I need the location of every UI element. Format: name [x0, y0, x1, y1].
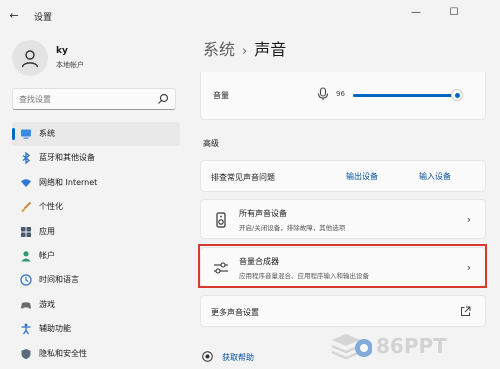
chevron-right-icon: › [466, 213, 471, 226]
input-devices-link[interactable]: 输入设备 [419, 171, 451, 182]
person-icon [21, 251, 31, 262]
sidebar-item-accessibility[interactable]: 辅助功能 [12, 317, 180, 341]
minimize-button[interactable]: — [400, 4, 432, 22]
account-type: 本地帐户 [56, 61, 84, 69]
help-label: 获取帮助 [222, 353, 254, 362]
sidebar-item-personalization[interactable]: 个性化 [12, 195, 180, 219]
chevron-right-icon: › [466, 261, 471, 274]
title-bar: ← 设置 — ☐ [0, 0, 500, 32]
accessibility-icon [21, 323, 31, 335]
sidebar-item-label: 个性化 [39, 202, 63, 212]
sidebar-item-label: 游戏 [39, 299, 55, 309]
shield-icon [21, 348, 31, 359]
search-icon[interactable] [157, 93, 169, 105]
more-settings-label: 更多声音设置 [211, 308, 259, 317]
watermark-logo-icon [331, 334, 372, 360]
globe-clock-icon [20, 274, 32, 286]
open-external-icon [461, 306, 471, 316]
more-sound-settings-row[interactable]: 更多声音设置 [200, 295, 486, 327]
watermark: 86PPT [330, 326, 480, 366]
volume-label: 音量 [213, 91, 229, 100]
sidebar-item-accounts[interactable]: 帐户 [12, 244, 180, 268]
avatar [12, 40, 48, 76]
troubleshoot-card: 排查常见声音问题 输出设备 输入设备 [200, 160, 486, 192]
user-name: ky [56, 46, 68, 56]
sidebar-item-apps[interactable]: 应用 [12, 220, 180, 244]
sidebar-item-time-language[interactable]: 时间和语言 [12, 268, 180, 292]
back-button[interactable]: ← [6, 8, 22, 24]
page-title: 声音 [254, 40, 287, 59]
section-heading: 高级 [203, 139, 219, 148]
watermark-text: 86PPT [376, 334, 447, 358]
sidebar-item-privacy[interactable]: 隐私和安全性 [12, 342, 180, 366]
maximize-button[interactable]: ☐ [438, 4, 470, 22]
all-sound-devices-row[interactable]: 所有声音设备 开启/关闭设备，排除故障，其他选项 › [200, 199, 486, 239]
help-icon [202, 351, 213, 362]
sidebar-item-network[interactable]: 网络和 Internet [12, 171, 180, 195]
user-profile[interactable]: ky 本地帐户 [12, 40, 182, 80]
row-title: 所有声音设备 [239, 209, 287, 218]
system-monitor-icon [21, 129, 31, 139]
search-box[interactable] [12, 88, 176, 110]
row-subtitle: 应用程序音量混合、应用程序输入和输出设备 [239, 272, 369, 280]
bluetooth-icon [22, 152, 31, 165]
volume-card: 音量 96 [200, 72, 486, 120]
sidebar-item-label: 系统 [39, 129, 55, 138]
row-title: 音量合成器 [239, 257, 279, 266]
apps-icon [21, 226, 31, 237]
sidebar-item-system[interactable]: 系统 [12, 122, 180, 147]
person-icon [21, 50, 39, 68]
microphone-icon[interactable] [317, 87, 329, 101]
breadcrumb-separator: › [242, 44, 248, 59]
sidebar-item-label: 网络和 Internet [39, 177, 98, 187]
volume-mixer-row[interactable]: 音量合成器 应用程序音量混合、应用程序输入和输出设备 › [200, 247, 486, 287]
wifi-icon [21, 179, 31, 187]
sidebar-item-label: 帐户 [39, 250, 55, 260]
sidebar-item-label: 应用 [39, 226, 55, 236]
sidebar-item-label: 蓝牙和其他设备 [39, 153, 95, 163]
sidebar-item-bluetooth[interactable]: 蓝牙和其他设备 [12, 146, 180, 170]
search-input[interactable] [19, 92, 149, 106]
mixer-sliders-icon [214, 262, 228, 274]
breadcrumb: 系统 › 声音 [203, 36, 286, 60]
volume-value: 96 [336, 90, 345, 98]
troubleshoot-label: 排查常见声音问题 [211, 173, 275, 182]
window-title: 设置 [34, 13, 53, 23]
game-controller-icon [21, 301, 31, 309]
sidebar-item-gaming[interactable]: 游戏 [12, 293, 180, 317]
sidebar-item-label: 辅助功能 [39, 324, 71, 334]
sidebar-item-label: 隐私和安全性 [39, 348, 87, 358]
volume-slider-thumb[interactable] [450, 89, 463, 101]
sidebar-nav: 系统 蓝牙和其他设备 网络和 Internet 个性化 应用 帐户 时间和语言 … [12, 122, 180, 366]
speaker-device-icon [216, 212, 226, 228]
sidebar-item-label: 时间和语言 [39, 275, 79, 285]
volume-slider-track[interactable] [353, 94, 457, 97]
breadcrumb-parent[interactable]: 系统 [203, 40, 235, 59]
output-devices-link[interactable]: 输出设备 [346, 171, 378, 182]
brush-icon [21, 202, 32, 213]
row-subtitle: 开启/关闭设备，排除故障，其他选项 [239, 224, 346, 232]
